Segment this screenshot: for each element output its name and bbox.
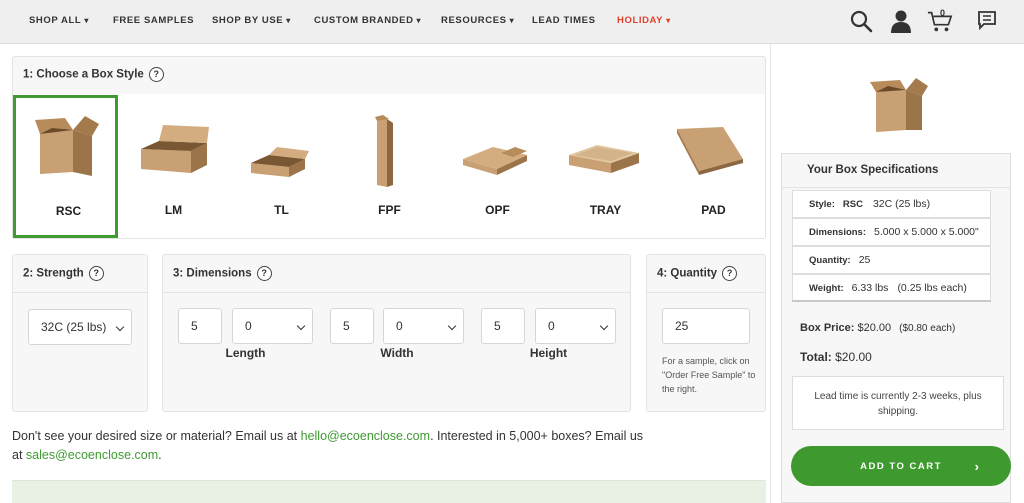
sales-email-link[interactable]: sales@ecoenclose.com bbox=[26, 448, 158, 462]
help-icon[interactable]: ? bbox=[148, 67, 164, 82]
chevron-right-icon: › bbox=[974, 458, 979, 474]
style-label-lm: LM bbox=[164, 203, 183, 217]
style-label-pad: PAD bbox=[701, 203, 726, 217]
help-icon[interactable]: ? bbox=[722, 266, 738, 281]
selected-box-image bbox=[862, 74, 934, 136]
spec-title: Your Box Specifications bbox=[807, 164, 939, 176]
cart-count: 0 bbox=[940, 8, 946, 18]
strength-title: 2: Strength? bbox=[23, 266, 104, 281]
style-option-tl[interactable]: TL bbox=[229, 95, 334, 238]
style-option-pad[interactable]: PAD bbox=[661, 95, 766, 238]
width-label: Width bbox=[380, 346, 414, 360]
chevron-down-icon bbox=[296, 321, 306, 331]
height-fraction-select[interactable]: 0 bbox=[535, 308, 616, 344]
contact-note: Don't see your desired size or material?… bbox=[12, 429, 644, 462]
length-whole-input[interactable]: 5 bbox=[178, 308, 222, 344]
search-icon[interactable] bbox=[848, 8, 874, 34]
column-divider bbox=[770, 44, 771, 503]
nav-resources[interactable]: RESOURCES ▾ bbox=[441, 15, 514, 26]
nav-holiday[interactable]: HOLIDAY ▾ bbox=[617, 15, 671, 26]
nav-lead-times[interactable]: LEAD TIMES bbox=[532, 15, 596, 26]
width-whole-input[interactable]: 5 bbox=[330, 308, 374, 344]
style-option-lm[interactable]: LM bbox=[121, 95, 226, 238]
top-nav: SHOP ALL ▾ FREE SAMPLES SHOP BY USE ▾ CUST… bbox=[0, 0, 1024, 44]
width-fraction-select[interactable]: 0 bbox=[383, 308, 464, 344]
dimensions-title: 3: Dimensions? bbox=[173, 266, 272, 281]
chat-icon[interactable] bbox=[974, 8, 1000, 34]
total-price: Total: $20.00 bbox=[800, 350, 872, 364]
help-icon[interactable]: ? bbox=[88, 266, 104, 281]
style-option-opf[interactable]: OPF bbox=[445, 95, 550, 238]
lm-box-image bbox=[121, 115, 226, 185]
quantity-input[interactable]: 25 bbox=[662, 308, 750, 344]
box-price: Box Price: $20.00 ($0.80 each) bbox=[800, 322, 956, 334]
style-label-tl: TL bbox=[274, 203, 289, 217]
add-to-cart-button[interactable]: ADD TO CART › bbox=[791, 446, 1011, 486]
height-whole-input[interactable]: 5 bbox=[481, 308, 525, 344]
quantity-sample-note: For a sample, click on "Order Free Sampl… bbox=[662, 356, 756, 394]
opf-box-image bbox=[445, 115, 550, 185]
pad-box-image bbox=[661, 115, 766, 185]
spec-weight-row: Weight: 6.33 lbs (0.25 lbs each) bbox=[792, 274, 991, 302]
lead-time-note: Lead time is currently 2-3 weeks, plus s… bbox=[792, 376, 1004, 430]
fpf-box-image bbox=[337, 115, 442, 187]
spec-quantity-row: Quantity: 25 bbox=[792, 246, 991, 274]
style-label-tray: TRAY bbox=[589, 203, 622, 217]
spec-row-scrollbar bbox=[792, 300, 991, 302]
height-label: Height bbox=[529, 346, 568, 360]
chevron-down-icon bbox=[447, 321, 457, 331]
quantity-title: 4: Quantity? bbox=[657, 266, 738, 281]
style-label-rsc: RSC bbox=[55, 204, 82, 218]
cart-icon[interactable]: 0 bbox=[927, 8, 953, 34]
strength-select[interactable]: 32C (25 lbs) bbox=[28, 309, 132, 345]
spec-dimensions-row: Dimensions: 5.000 x 5.000 x 5.000" bbox=[792, 218, 991, 246]
tl-box-image bbox=[229, 115, 334, 185]
length-fraction-select[interactable]: 0 bbox=[232, 308, 313, 344]
style-label-fpf: FPF bbox=[378, 203, 401, 217]
account-icon[interactable] bbox=[888, 8, 914, 34]
chevron-down-icon bbox=[115, 322, 125, 332]
next-section-bar bbox=[12, 480, 766, 503]
nav-custom-branded[interactable]: CUSTOM BRANDED ▾ bbox=[314, 15, 421, 26]
style-option-rsc[interactable]: RSC bbox=[13, 95, 118, 238]
style-label-opf: OPF bbox=[485, 203, 510, 217]
nav-shop-by-use[interactable]: SHOP BY USE ▾ bbox=[212, 15, 291, 26]
chevron-down-icon bbox=[599, 321, 609, 331]
tray-box-image bbox=[553, 115, 658, 185]
box-style-title: 1: Choose a Box Style? bbox=[23, 67, 164, 82]
style-option-tray[interactable]: TRAY bbox=[553, 95, 658, 238]
nav-free-samples[interactable]: FREE SAMPLES bbox=[113, 15, 194, 26]
length-label: Length bbox=[225, 346, 266, 360]
hello-email-link[interactable]: hello@ecoenclose.com bbox=[301, 429, 430, 443]
spec-style-row: Style: RSC 32C (25 lbs) bbox=[792, 190, 991, 218]
rsc-box-image bbox=[13, 116, 118, 186]
style-option-fpf[interactable]: FPF bbox=[337, 95, 442, 238]
nav-shop-all[interactable]: SHOP ALL ▾ bbox=[29, 15, 89, 26]
help-icon[interactable]: ? bbox=[256, 266, 272, 281]
